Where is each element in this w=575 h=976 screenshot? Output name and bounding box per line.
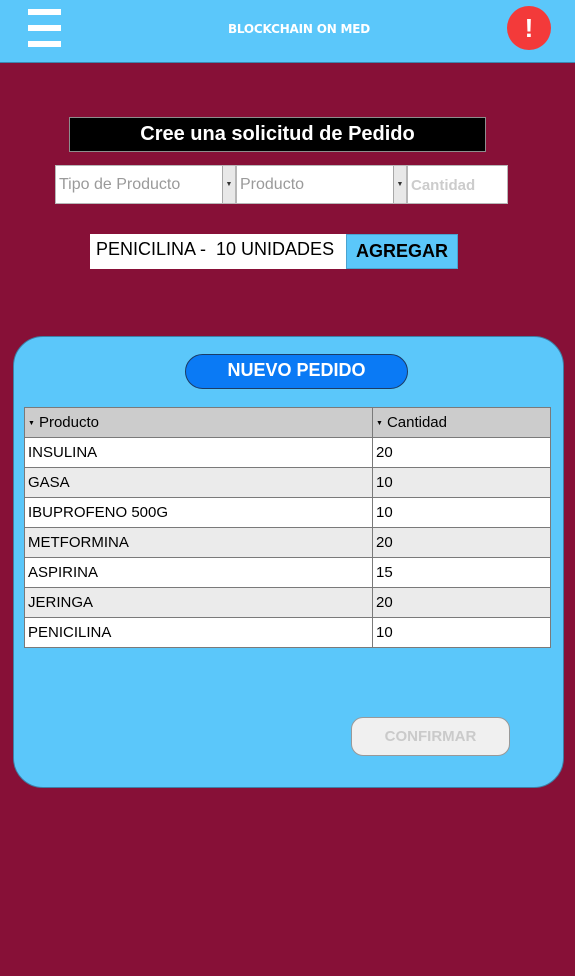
menu-line xyxy=(28,9,61,15)
quantity-placeholder: Cantidad xyxy=(411,177,476,194)
product-cell: ASPIRINA xyxy=(24,557,373,588)
product-select[interactable]: Producto ▼ xyxy=(236,165,407,204)
quantity-cell: 10 xyxy=(372,467,551,498)
app-title: BLOCKCHAIN ON MED xyxy=(227,22,371,36)
confirm-button[interactable]: CONFIRMAR xyxy=(351,717,510,756)
table-row[interactable]: METFORMINA 20 xyxy=(24,527,551,558)
quantity-cell: 20 xyxy=(372,527,551,558)
table-header-row: ▼ Producto ▼ Cantidad xyxy=(24,407,551,438)
dropdown-arrow-icon[interactable]: ▼ xyxy=(222,166,235,203)
menu-line xyxy=(28,41,61,47)
quantity-cell: 10 xyxy=(372,617,551,648)
top-bar: BLOCKCHAIN ON MED ! xyxy=(0,0,575,63)
column-label: Producto xyxy=(38,414,99,431)
sort-arrow-icon: ▼ xyxy=(376,419,383,427)
sort-arrow-icon: ▼ xyxy=(28,419,35,427)
new-order-panel: NUEVO PEDIDO ▼ Producto ▼ Cantidad INSULIN… xyxy=(13,336,564,788)
order-table: ▼ Producto ▼ Cantidad INSULINA 20 GASA 10 IB… xyxy=(24,407,551,648)
product-cell: IBUPROFENO 500G xyxy=(24,497,373,528)
quantity-cell: 15 xyxy=(372,557,551,588)
product-type-placeholder: Tipo de Producto xyxy=(59,176,181,193)
product-cell: PENICILINA xyxy=(24,617,373,648)
column-label: Cantidad xyxy=(386,414,447,431)
quantity-cell: 20 xyxy=(372,437,551,468)
product-cell: JERINGA xyxy=(24,587,373,618)
quantity-cell: 10 xyxy=(372,497,551,528)
selection-summary-text: PENICILINA - 10 UNIDADES xyxy=(96,239,335,259)
selection-summary: PENICILINA - 10 UNIDADES xyxy=(90,234,346,269)
dropdown-arrow-icon[interactable]: ▼ xyxy=(393,166,406,203)
table-row[interactable]: PENICILINA 10 xyxy=(24,617,551,648)
form-title: Cree una solicitud de Pedido xyxy=(69,117,486,152)
alert-icon[interactable]: ! xyxy=(507,6,551,50)
column-header-product[interactable]: ▼ Producto xyxy=(24,407,373,438)
add-button[interactable]: AGREGAR xyxy=(346,234,458,269)
product-type-select[interactable]: Tipo de Producto ▼ xyxy=(55,165,236,204)
table-row[interactable]: IBUPROFENO 500G 10 xyxy=(24,497,551,528)
table-row[interactable]: GASA 10 xyxy=(24,467,551,498)
table-row[interactable]: JERINGA 20 xyxy=(24,587,551,618)
table-row[interactable]: ASPIRINA 15 xyxy=(24,557,551,588)
quantity-cell: 20 xyxy=(372,587,551,618)
product-cell: GASA xyxy=(24,467,373,498)
product-cell: INSULINA xyxy=(24,437,373,468)
table-row[interactable]: INSULINA 20 xyxy=(24,437,551,468)
product-cell: METFORMINA xyxy=(24,527,373,558)
new-order-title: NUEVO PEDIDO xyxy=(185,354,408,389)
column-header-quantity[interactable]: ▼ Cantidad xyxy=(372,407,551,438)
product-placeholder: Producto xyxy=(240,176,305,193)
quantity-input[interactable]: Cantidad xyxy=(407,165,508,204)
